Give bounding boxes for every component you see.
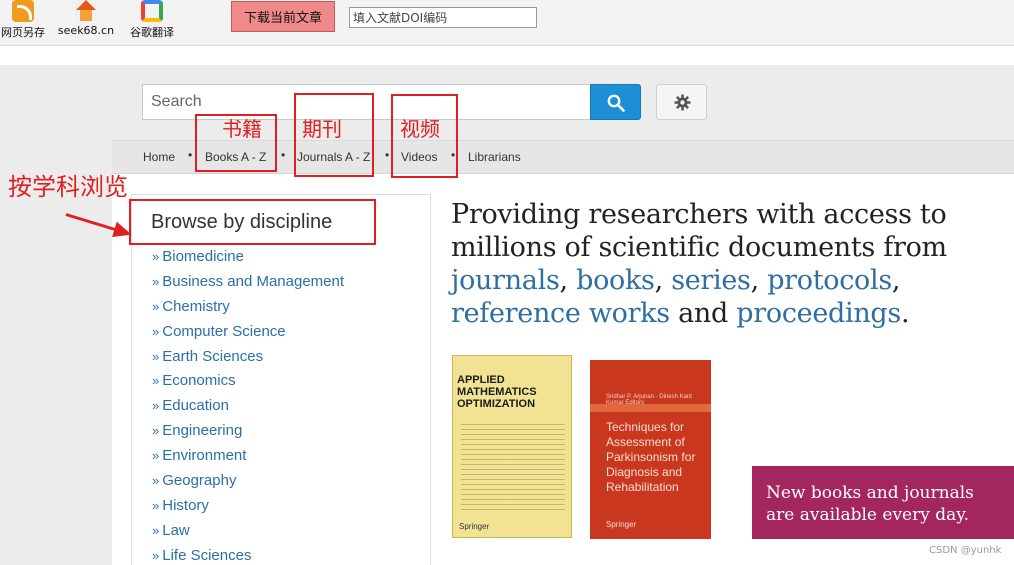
- reference-works-link[interactable]: reference works: [451, 298, 670, 329]
- book-cover-publisher: Springer: [459, 522, 490, 531]
- nav-separator: •: [385, 148, 390, 162]
- discipline-list: » Biomedicine » Business and Management » C…: [152, 248, 344, 565]
- discipline-link[interactable]: » Education: [152, 397, 344, 422]
- discipline-link[interactable]: » Computer Science: [152, 323, 344, 348]
- search-button[interactable]: [590, 84, 641, 120]
- google-icon: [141, 0, 163, 22]
- promo-text: New books and journals are available eve…: [766, 483, 974, 525]
- discipline-link[interactable]: » Biomedicine: [152, 248, 344, 273]
- protocols-link[interactable]: protocols: [767, 265, 892, 296]
- nav-home[interactable]: Home: [143, 150, 175, 164]
- browse-by-discipline-title: Browse by discipline: [151, 211, 333, 233]
- books-link[interactable]: books: [576, 265, 655, 296]
- annotation-videos-label: 视频: [400, 117, 440, 141]
- book-cover-title: Techniques for Assessment of Parkinsonis…: [606, 420, 696, 494]
- discipline-link[interactable]: » Business and Management: [152, 273, 344, 298]
- discipline-link[interactable]: » Law: [152, 522, 344, 547]
- book-cover-publisher: Springer: [606, 520, 637, 529]
- discipline-link[interactable]: » Geography: [152, 472, 344, 497]
- google-translate-tool[interactable]: 谷歌翻译: [126, 0, 178, 44]
- left-gutter: [0, 65, 112, 565]
- hero-line-4: reference works and proceedings.: [451, 298, 910, 329]
- series-link[interactable]: series: [671, 265, 751, 296]
- annotation-browse-label: 按学科浏览: [8, 173, 128, 201]
- search-icon: [607, 94, 625, 112]
- discipline-link[interactable]: » Earth Sciences: [152, 348, 344, 373]
- new-books-promo-banner[interactable]: New books and journals are available eve…: [752, 466, 1014, 539]
- hero-line-3: journals, books, series, protocols,: [451, 265, 901, 296]
- seek68-label: seek68.cn: [57, 24, 115, 37]
- book-cover-parkinsonism[interactable]: Sridhar P. Arjunan · Dinesh Kant Kumar E…: [590, 360, 711, 539]
- hero-line-1: Providing researchers with access to: [451, 199, 947, 230]
- browser-toolbar: 网页另存 seek68.cn 谷歌翻译 下载当前文章: [0, 0, 1014, 46]
- book-cover-authors: Sridhar P. Arjunan · Dinesh Kant Kumar E…: [606, 394, 692, 406]
- journals-link[interactable]: journals: [451, 265, 560, 296]
- csdn-watermark: CSDN @yunhk: [929, 545, 1002, 556]
- book-cover-contents: [461, 424, 565, 514]
- home-icon: [75, 0, 97, 22]
- proceedings-link[interactable]: proceedings: [736, 298, 901, 329]
- discipline-link[interactable]: » Environment: [152, 447, 344, 472]
- hero-line-2: millions of scientific documents from: [451, 232, 947, 263]
- settings-button[interactable]: [656, 84, 707, 120]
- book-cover-title: APPLIED MATHEMATICS OPTIMIZATION: [457, 374, 537, 410]
- discipline-link[interactable]: » Chemistry: [152, 298, 344, 323]
- rss-save-icon: [12, 0, 34, 22]
- nav-separator: •: [281, 148, 286, 162]
- nav-separator: •: [188, 148, 193, 162]
- hero-text: Providing researchers with access to mil…: [451, 198, 991, 330]
- discipline-link[interactable]: » Economics: [152, 372, 344, 397]
- annotation-books-label: 书籍: [222, 117, 262, 141]
- discipline-link[interactable]: » Engineering: [152, 422, 344, 447]
- google-translate-label: 谷歌翻译: [130, 26, 174, 39]
- save-page-tool[interactable]: 网页另存: [0, 0, 46, 44]
- book-cover-applied-math[interactable]: APPLIED MATHEMATICS OPTIMIZATION Springe…: [452, 355, 572, 538]
- seek68-tool[interactable]: seek68.cn: [56, 0, 116, 44]
- download-article-button[interactable]: 下载当前文章: [231, 1, 335, 32]
- discipline-link[interactable]: » History: [152, 497, 344, 522]
- save-page-label: 网页另存: [1, 26, 45, 39]
- annotation-journals-label: 期刊: [302, 117, 342, 141]
- nav-librarians[interactable]: Librarians: [468, 150, 521, 164]
- discipline-link[interactable]: » Life Sciences: [152, 547, 344, 565]
- gear-icon: [674, 94, 691, 111]
- doi-input[interactable]: [349, 7, 537, 28]
